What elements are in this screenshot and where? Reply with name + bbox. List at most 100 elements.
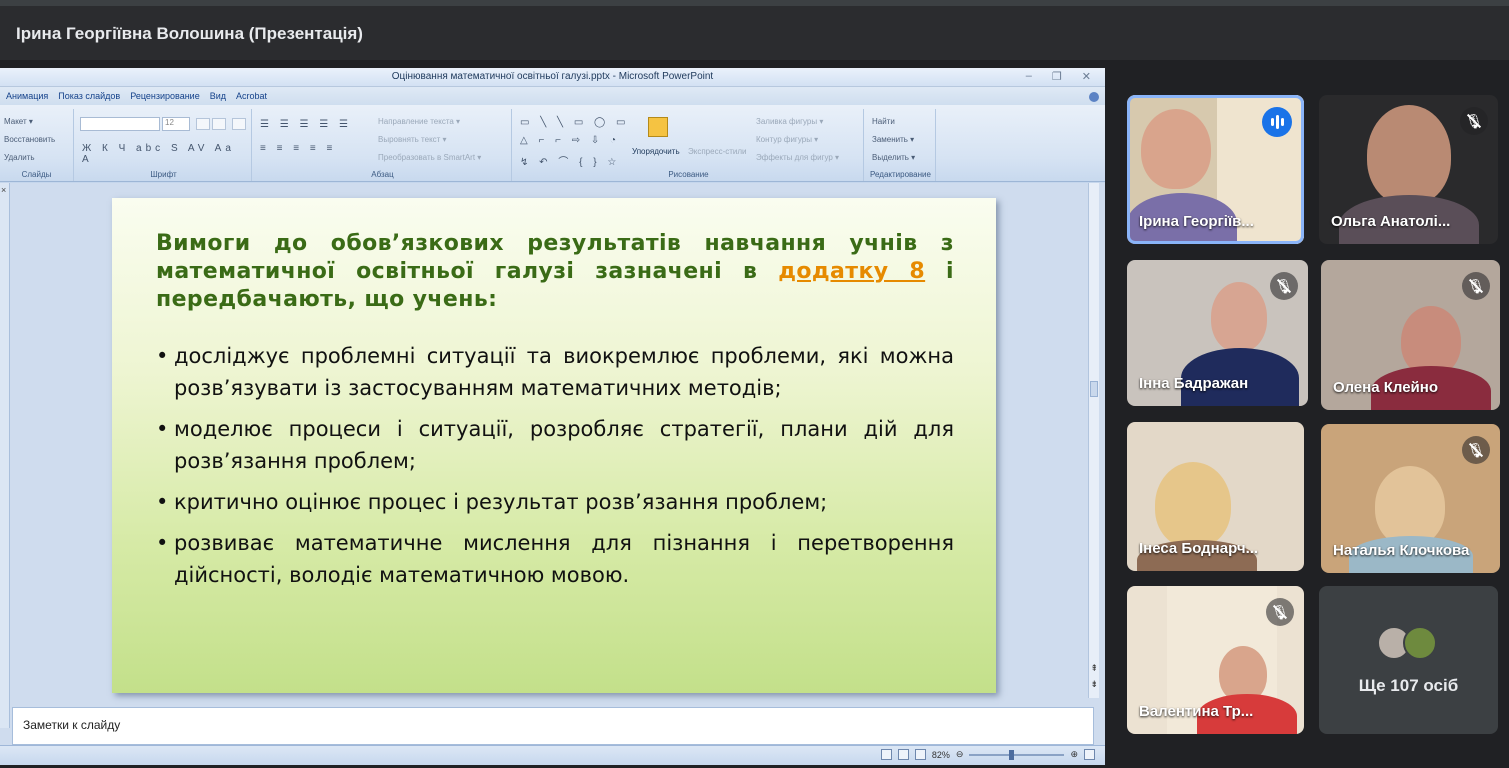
menu-slideshow[interactable]: Показ слайдов	[58, 91, 130, 101]
participant-name: Наталья Клочкова	[1333, 542, 1470, 559]
ribbon-group-font: 12 Ж К Ч abc S AV Aa A Шрифт	[76, 109, 252, 181]
participant-name: Олена Клейно	[1333, 379, 1438, 396]
shapes-gallery[interactable]: ▭ ╲ ╲ ▭ ◯ ▭	[520, 117, 629, 128]
participant-video	[1375, 466, 1445, 546]
top-bar: Ірина Георгіївна Волошина (Презентація)	[0, 0, 1509, 60]
layout-button[interactable]: Макет ▾	[4, 117, 33, 126]
notes-pane[interactable]: Заметки к слайду	[12, 707, 1094, 745]
participant-tile[interactable]: 🎙 Олена Клейно	[1321, 260, 1500, 410]
slide-canvas[interactable]: Вимоги до обов’язкових результатів навча…	[112, 198, 996, 693]
next-slide-icon[interactable]: ⇟	[1090, 679, 1098, 690]
close-icon[interactable]: ✕	[1082, 70, 1091, 83]
align-buttons[interactable]: ≡ ≡ ≡ ≡ ≡	[260, 143, 336, 154]
bullet-item: критично оцінює процес і результат розв’…	[156, 486, 954, 518]
participant-tile[interactable]: 🎙 Валентина Тр...	[1127, 586, 1304, 734]
quick-styles-button[interactable]: Экспресс-стили	[688, 147, 747, 156]
restore-icon[interactable]: ❐	[1052, 70, 1062, 83]
participant-tile[interactable]: 🎙 Інна Бадражан	[1127, 260, 1308, 406]
text-direction-button[interactable]: Направление текста ▾	[378, 117, 460, 126]
find-button[interactable]: Найти	[872, 117, 895, 126]
mic-off-icon: 🎙	[1462, 272, 1490, 300]
align-text-button[interactable]: Выровнять текст ▾	[378, 135, 447, 144]
participant-name: Інеса Боднарч...	[1139, 540, 1259, 557]
participant-video	[1367, 105, 1451, 205]
zoom-out-icon[interactable]: ⊖	[956, 749, 964, 760]
bullet-item: досліджує проблемні ситуації та виокремл…	[156, 340, 954, 404]
ppt-window-title: Оцінювання математичної освітньої галузі…	[391, 71, 714, 82]
ribbon-group-paragraph: ☰ ☰ ☰ ☰ ☰ ≡ ≡ ≡ ≡ ≡ Направление текста ▾…	[254, 109, 512, 181]
grow-font-icon[interactable]	[196, 118, 210, 130]
more-participants-label: Ще 107 осіб	[1358, 676, 1459, 695]
clear-format-icon[interactable]	[232, 118, 246, 130]
arrange-button[interactable]: Упорядочить	[632, 147, 680, 156]
group-label-paragraph: Абзац	[371, 170, 394, 179]
vertical-scrollbar[interactable]	[1088, 183, 1099, 698]
notes-placeholder: Заметки к слайду	[23, 718, 121, 732]
participant-video	[1155, 462, 1231, 548]
status-bar: 82% ⊖ ⊕	[0, 745, 1105, 765]
mic-off-icon: 🎙	[1460, 107, 1488, 135]
scroll-thumb[interactable]	[1090, 381, 1098, 397]
zoom-in-icon[interactable]: ⊕	[1070, 749, 1078, 760]
delete-button[interactable]: Удалить	[4, 153, 35, 162]
appendix-link[interactable]: додатку 8	[778, 259, 925, 284]
more-avatars	[1377, 626, 1441, 660]
close-pane-icon[interactable]: ×	[1, 185, 6, 195]
font-name-field[interactable]	[80, 117, 160, 131]
participant-video	[1211, 282, 1267, 352]
ppt-menubar: Анимация Показ слайдов Рецензирование Ви…	[0, 87, 1105, 105]
mic-off-icon: 🎙	[1270, 272, 1298, 300]
font-size-field[interactable]: 12	[162, 117, 190, 131]
participant-name: Валентина Тр...	[1139, 703, 1254, 720]
bullet-item: розвиває математичне мислення для пізнан…	[156, 527, 954, 591]
menu-acrobat[interactable]: Acrobat	[236, 91, 277, 101]
ribbon-group-slides: Макет ▾ Восстановить Удалить Слайды	[0, 109, 74, 181]
zoom-slider[interactable]	[969, 749, 1065, 760]
menu-animation[interactable]: Анимация	[6, 91, 58, 101]
slide-bullets: досліджує проблемні ситуації та виокремл…	[156, 340, 954, 600]
menu-view[interactable]: Вид	[210, 91, 236, 101]
font-style-buttons[interactable]: Ж К Ч abc S AV Aa A	[82, 143, 251, 165]
sorter-view-icon[interactable]	[897, 749, 909, 760]
fit-window-icon[interactable]	[1084, 749, 1095, 760]
shape-outline-button[interactable]: Контур фигуры ▾	[756, 135, 818, 144]
shapes-gallery-row2[interactable]: △ ⌐ ⌐ ⇨ ⇩ ◔	[520, 135, 620, 146]
slides-pane-rail[interactable]: ×	[0, 183, 10, 728]
view-controls: 82% ⊖ ⊕	[880, 749, 1095, 760]
shared-screen-powerpoint: Оцінювання математичної освітньої галузі…	[0, 68, 1105, 765]
group-label-slides: Слайды	[21, 170, 52, 179]
shrink-font-icon[interactable]	[212, 118, 226, 130]
participant-tile[interactable]: Ірина Георгіїв...	[1127, 95, 1304, 244]
participant-video	[1141, 109, 1211, 189]
arrange-icon	[648, 117, 668, 137]
prev-slide-icon[interactable]: ⇞	[1090, 663, 1098, 674]
replace-button[interactable]: Заменить ▾	[872, 135, 914, 144]
participant-tile[interactable]: Інеса Боднарч...	[1127, 422, 1304, 571]
slide-workarea: × ⇞ ⇟ Вимоги до обов’язкових результатів…	[0, 183, 1105, 765]
smartart-button[interactable]: Преобразовать в SmartArt ▾	[378, 153, 481, 162]
slide-heading: Вимоги до обов’язкових результатів навча…	[156, 230, 954, 314]
list-buttons[interactable]: ☰ ☰ ☰ ☰ ☰	[260, 119, 352, 130]
normal-view-icon[interactable]	[880, 749, 892, 760]
zoom-level[interactable]: 82%	[932, 750, 950, 760]
speaking-indicator-icon	[1262, 107, 1292, 137]
participant-tile[interactable]: 🎙 Наталья Клочкова	[1321, 424, 1500, 573]
reset-button[interactable]: Восстановить	[4, 135, 55, 144]
shape-effects-button[interactable]: Эффекты для фигур ▾	[756, 153, 839, 162]
help-icon[interactable]	[1089, 92, 1099, 102]
group-label-editing: Редактирование	[870, 170, 931, 179]
menu-review[interactable]: Рецензирование	[130, 91, 210, 101]
slideshow-view-icon[interactable]	[914, 749, 926, 760]
select-button[interactable]: Выделить ▾	[872, 153, 915, 162]
minimize-icon[interactable]: –	[1026, 70, 1032, 83]
avatar	[1403, 626, 1437, 660]
meet-window: Ірина Георгіївна Волошина (Презентація) …	[0, 0, 1509, 768]
shapes-gallery-row3[interactable]: ↯ ↶ ⌒ { } ☆	[520, 153, 620, 168]
mic-off-icon: 🎙	[1462, 436, 1490, 464]
shape-fill-button[interactable]: Заливка фигуры ▾	[756, 117, 823, 126]
ribbon-group-drawing: ▭ ╲ ╲ ▭ ◯ ▭ △ ⌐ ⌐ ⇨ ⇩ ◔ ↯ ↶ ⌒ { } ☆ Упор…	[514, 109, 864, 181]
participant-tile[interactable]: 🎙 Ольга Анатолі...	[1319, 95, 1498, 244]
more-participants-tile[interactable]: Ще 107 осіб	[1319, 586, 1498, 734]
mic-off-icon: 🎙	[1266, 598, 1294, 626]
participant-name: Інна Бадражан	[1139, 375, 1249, 392]
